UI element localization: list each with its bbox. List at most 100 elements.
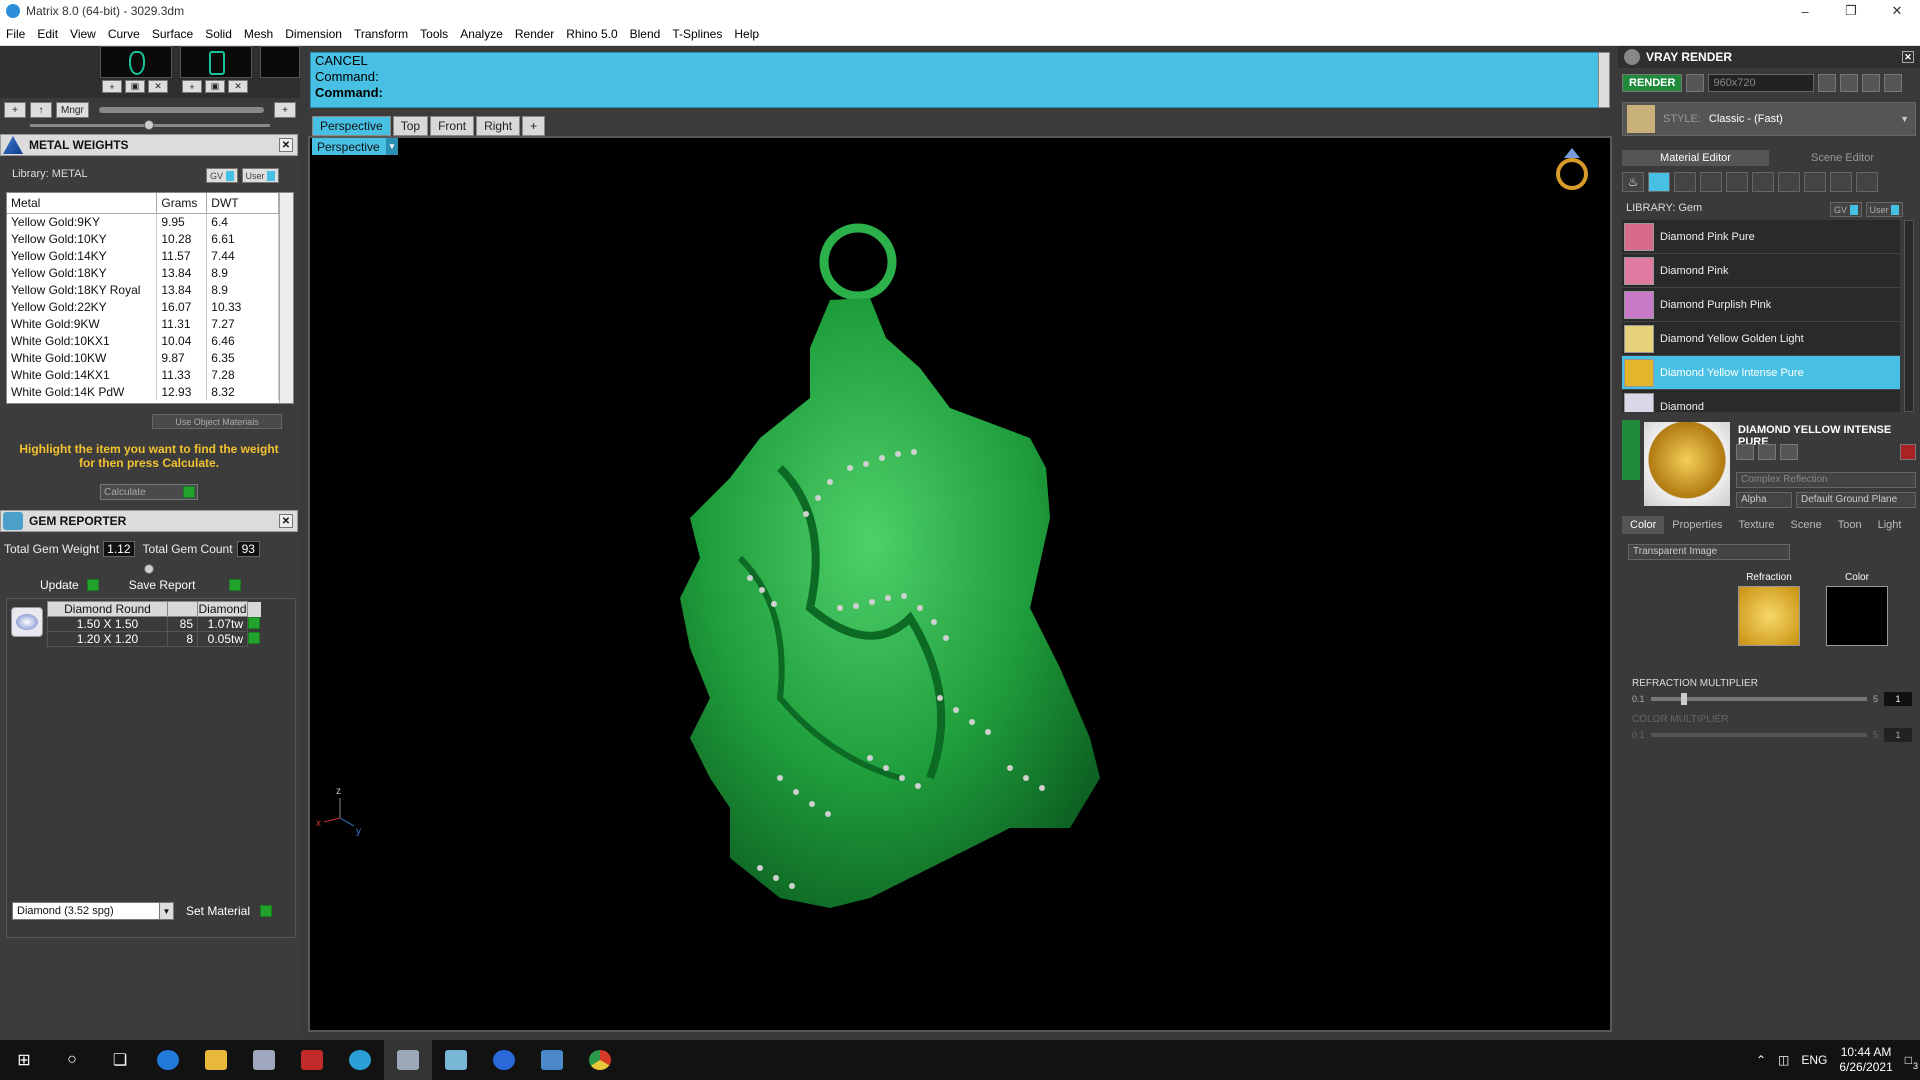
network-icon[interactable]: ◫ (1778, 1053, 1789, 1067)
resolution-select[interactable]: 960x720 (1708, 74, 1815, 92)
tray-chevron-icon[interactable]: ⌃ (1756, 1053, 1766, 1067)
up-arrow-icon[interactable]: ↑ (30, 102, 52, 118)
tab-scene[interactable]: Scene (1783, 516, 1830, 534)
select-gem-icon[interactable] (248, 631, 260, 644)
menu-tools[interactable]: Tools (414, 27, 454, 41)
list-item[interactable]: Diamond Pink Pure (1622, 220, 1900, 254)
pattern-icon[interactable] (1752, 172, 1774, 192)
reflection-mode-select[interactable]: Complex Reflection (1736, 472, 1916, 488)
search-icon[interactable]: ○ (48, 1040, 96, 1080)
table-row[interactable]: White Gold:14KX1 11.33 7.28 (7, 366, 279, 383)
splitter-handle[interactable] (144, 120, 154, 130)
tab-front[interactable]: Front (430, 116, 475, 136)
list-item[interactable]: Diamond Purplish Pink (1622, 288, 1900, 322)
matrix-taskbar-icon[interactable] (384, 1040, 432, 1080)
menu-tsplines[interactable]: T-Splines (666, 27, 728, 41)
tab-scene-editor[interactable]: Scene Editor (1769, 150, 1916, 166)
thumb2-save-icon[interactable]: ▣ (205, 80, 225, 93)
menu-transform[interactable]: Transform (348, 27, 414, 41)
app-icon-2[interactable] (288, 1040, 336, 1080)
app-icon-3[interactable] (336, 1040, 384, 1080)
col-grams[interactable]: Grams (156, 193, 208, 214)
refresh-icon[interactable] (1900, 444, 1916, 460)
table-row[interactable]: Yellow Gold:22KY 16.07 10.33 (7, 298, 279, 315)
table-row[interactable]: 1.50 X 1.50 85 1.07tw (47, 616, 261, 632)
color-multiplier-slider[interactable]: 0.1 5 1 (1632, 728, 1912, 742)
tab-top[interactable]: Top (392, 116, 429, 136)
gem-splitter-handle[interactable] (144, 564, 154, 574)
collapse-preview-icon[interactable] (1622, 420, 1640, 480)
render-button[interactable]: RENDER (1622, 74, 1683, 92)
calculate-button[interactable]: Calculate (100, 484, 198, 500)
notifications-icon[interactable]: □ 3 (1905, 1053, 1918, 1071)
list-item[interactable]: Diamond Pink (1622, 254, 1900, 288)
prev-icon[interactable] (1818, 74, 1837, 92)
refraction-multiplier-slider[interactable]: 0.1 5 1 (1632, 692, 1912, 706)
style-select[interactable]: STYLE: Classic - (Fast) ▼ (1622, 102, 1916, 136)
light-icon[interactable] (1856, 172, 1878, 192)
table-row[interactable]: White Gold:9KW 11.31 7.27 (7, 315, 279, 332)
ground-plane-select[interactable]: Default Ground Plane (1796, 492, 1916, 508)
menu-solid[interactable]: Solid (199, 27, 238, 41)
tab-material-editor[interactable]: Material Editor (1622, 150, 1769, 166)
metal-weights-close-icon[interactable]: ✕ (279, 138, 293, 152)
menu-edit[interactable]: Edit (31, 27, 64, 41)
export-icon[interactable] (1780, 444, 1798, 460)
metal-user-toggle[interactable]: User (241, 168, 280, 183)
image-mode-select[interactable]: Transparent Image (1628, 544, 1790, 560)
table-row[interactable]: Yellow Gold:18KY 13.84 8.9 (7, 264, 279, 281)
list-item[interactable]: Diamond Yellow Golden Light (1622, 322, 1900, 356)
menu-dimension[interactable]: Dimension (279, 27, 348, 41)
use-object-materials-button[interactable]: Use Object Materials (152, 414, 282, 429)
table-row[interactable]: Yellow Gold:10KY 10.28 6.61 (7, 230, 279, 247)
tab-properties[interactable]: Properties (1664, 516, 1730, 534)
file-explorer-icon[interactable] (192, 1040, 240, 1080)
thumb-slider[interactable] (98, 107, 264, 113)
gem-icon[interactable] (1648, 172, 1670, 192)
app-icon-1[interactable] (240, 1040, 288, 1080)
fire-icon[interactable]: ♨ (1622, 172, 1644, 192)
command-input[interactable]: Command: (311, 85, 1599, 101)
tab-toon[interactable]: Toon (1830, 516, 1870, 534)
thumb-delete-icon[interactable]: ✕ (148, 80, 168, 93)
menu-help[interactable]: Help (728, 27, 765, 41)
minimize-button[interactable]: – (1782, 0, 1828, 22)
menu-render[interactable]: Render (509, 27, 560, 41)
thumb-add-icon[interactable]: + (102, 80, 122, 93)
copy-icon[interactable] (1736, 444, 1754, 460)
update-button[interactable]: Update (40, 578, 99, 592)
list-item-selected[interactable]: Diamond Yellow Intense Pure (1622, 356, 1900, 390)
app-icon-4[interactable] (432, 1040, 480, 1080)
vray-gv-toggle[interactable]: GV (1830, 202, 1862, 217)
menu-file[interactable]: File (0, 27, 31, 41)
vray-user-toggle[interactable]: User (1865, 202, 1904, 217)
material-list-scrollbar[interactable] (1904, 220, 1914, 412)
ring-logo-icon[interactable] (1556, 148, 1588, 190)
start-icon[interactable]: ⊞ (0, 1040, 48, 1080)
plane-icon[interactable] (1700, 172, 1722, 192)
tab-light[interactable]: Light (1870, 516, 1910, 534)
thumb-gem-2[interactable] (180, 46, 252, 78)
tab-perspective[interactable]: Perspective (312, 116, 391, 136)
gem-reporter-close-icon[interactable]: ✕ (279, 514, 293, 528)
thumb-gem-3[interactable] (260, 46, 300, 78)
add-viewport-icon[interactable]: + (522, 116, 546, 136)
col-metal[interactable]: Metal (7, 193, 158, 214)
language-indicator[interactable]: ENG (1801, 1053, 1827, 1067)
app-icon-5[interactable] (528, 1040, 576, 1080)
settings-icon[interactable] (1884, 74, 1903, 92)
texture-icon[interactable] (1726, 172, 1748, 192)
thumb2-delete-icon[interactable]: ✕ (228, 80, 248, 93)
list-item[interactable]: Diamond (1622, 390, 1900, 412)
alpha-toggle[interactable]: Alpha (1736, 492, 1792, 508)
menu-mesh[interactable]: Mesh (238, 27, 279, 41)
command-scrollbar[interactable] (1598, 52, 1610, 108)
menu-rhino[interactable]: Rhino 5.0 (560, 27, 623, 41)
clock[interactable]: 10:44 AM 6/26/2021 (1839, 1045, 1892, 1075)
tab-right[interactable]: Right (476, 116, 521, 136)
menu-analyze[interactable]: Analyze (454, 27, 509, 41)
menu-curve[interactable]: Curve (102, 27, 146, 41)
menu-surface[interactable]: Surface (146, 27, 199, 41)
set-material-button[interactable]: Set Material (186, 904, 273, 918)
thumb-gem-1[interactable] (100, 46, 172, 78)
